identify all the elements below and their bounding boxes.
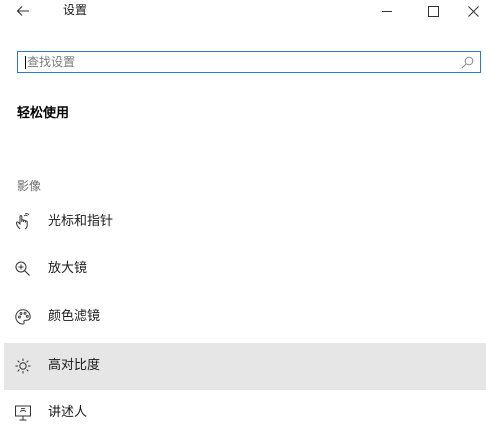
nav-item-color-filters[interactable]: 颜色滤镜 xyxy=(4,294,486,341)
color-palette-icon xyxy=(14,308,32,326)
maximize-button[interactable] xyxy=(423,2,443,20)
title-bar: 设置 xyxy=(0,0,486,22)
arrow-left-icon xyxy=(16,5,30,17)
search-icon[interactable] xyxy=(460,55,474,69)
nav-item-label: 放大镜 xyxy=(48,261,88,276)
minimize-button[interactable] xyxy=(377,2,397,20)
nav-item-narrator[interactable]: 讲述人 xyxy=(4,390,486,437)
magnifier-zoom-icon xyxy=(14,260,32,278)
brightness-icon xyxy=(14,357,32,375)
nav-item-label: 讲述人 xyxy=(48,405,88,420)
nav-item-label: 光标和指针 xyxy=(48,214,114,229)
narrator-icon xyxy=(14,404,32,422)
group-label-vision: 影像 xyxy=(17,179,42,193)
pointer-hand-icon xyxy=(14,213,32,231)
page-heading: 轻松使用 xyxy=(17,106,70,121)
maximize-icon xyxy=(427,5,439,17)
close-button[interactable] xyxy=(463,2,483,20)
search-box[interactable] xyxy=(17,51,481,73)
text-caret xyxy=(25,56,26,69)
nav-item-label: 颜色滤镜 xyxy=(48,309,101,324)
minimize-icon xyxy=(382,6,392,16)
search-input[interactable] xyxy=(27,54,447,70)
back-button[interactable] xyxy=(14,2,32,20)
nav-item-high-contrast[interactable]: 高对比度 xyxy=(4,343,486,390)
window-title: 设置 xyxy=(63,3,88,17)
nav-item-label: 高对比度 xyxy=(48,358,101,373)
nav-item-magnifier[interactable]: 放大镜 xyxy=(4,246,486,293)
nav-item-cursor-pointer[interactable]: 光标和指针 xyxy=(4,199,486,246)
close-icon xyxy=(467,5,479,17)
